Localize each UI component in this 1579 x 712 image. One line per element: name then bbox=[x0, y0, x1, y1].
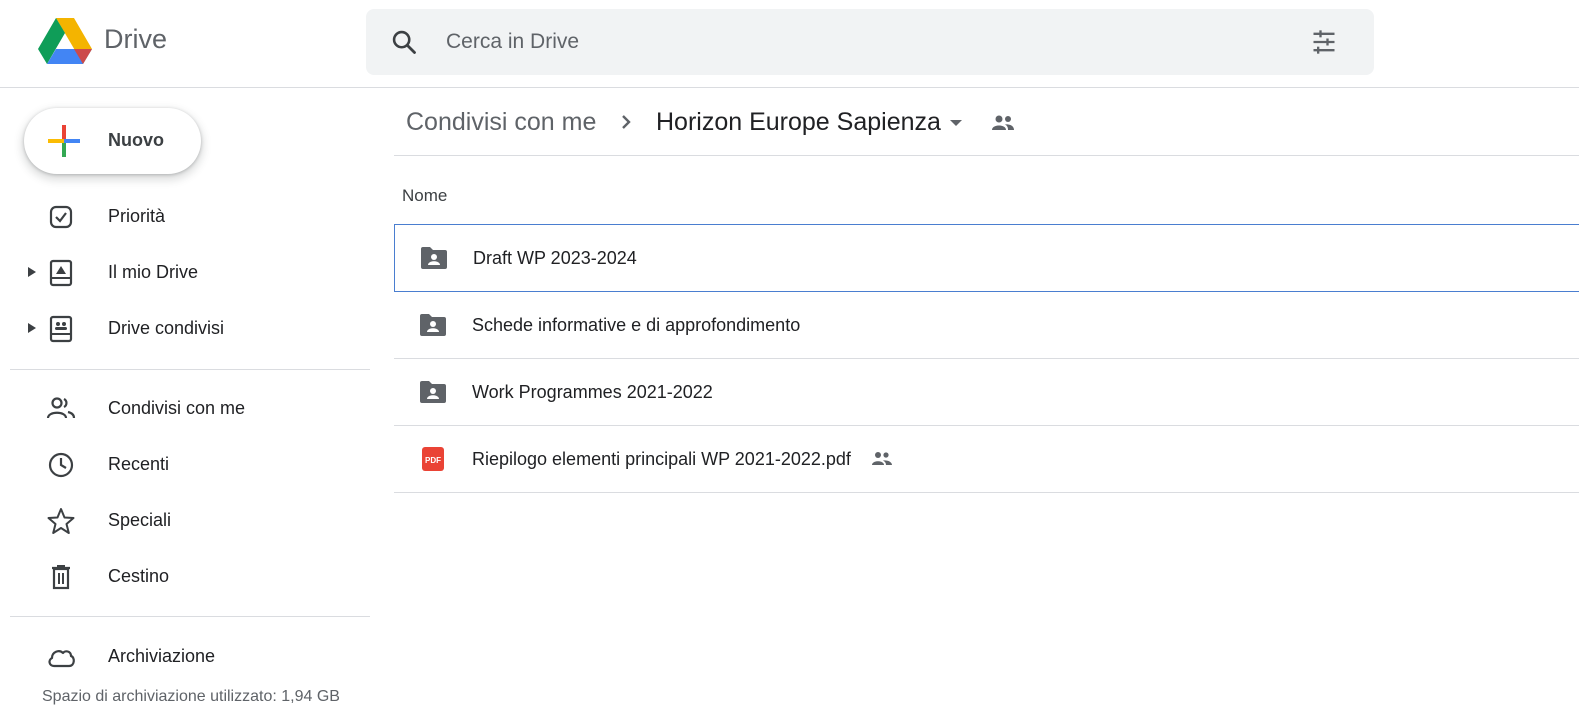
file-row[interactable]: Schede informative e di approfondimento bbox=[394, 292, 1579, 359]
sidebar-item-trash[interactable]: Cestino bbox=[0, 552, 370, 600]
file-row[interactable]: PDF Riepilogo elementi principali WP 202… bbox=[394, 426, 1579, 493]
search-icon[interactable] bbox=[390, 28, 418, 56]
app-title: Drive bbox=[104, 24, 168, 54]
star-icon bbox=[47, 508, 75, 534]
sidebar-divider bbox=[10, 616, 370, 617]
new-button[interactable]: Nuovo bbox=[24, 108, 201, 174]
people-icon bbox=[46, 397, 76, 419]
sidebar-item-recent[interactable]: Recenti bbox=[0, 440, 370, 488]
sidebar-item-starred[interactable]: Speciali bbox=[0, 496, 370, 544]
breadcrumb-root[interactable]: Condivisi con me bbox=[406, 108, 596, 137]
sidebar-item-shared-with-me[interactable]: Condivisi con me bbox=[0, 384, 370, 432]
file-row[interactable]: Work Programmes 2021-2022 bbox=[394, 359, 1579, 426]
sidebar-item-shared-drives[interactable]: Drive condivisi bbox=[0, 304, 370, 352]
sidebar-item-label: Il mio Drive bbox=[108, 262, 199, 282]
sidebar-divider bbox=[10, 369, 370, 370]
sidebar-item-label: Priorità bbox=[108, 206, 166, 226]
cloud-icon bbox=[48, 650, 75, 668]
shared-folder-icon bbox=[420, 381, 446, 403]
dropdown-arrow-icon[interactable] bbox=[948, 118, 964, 128]
expand-caret-icon[interactable] bbox=[26, 265, 38, 279]
sidebar: Nuovo Priorità Il mio Drive Drive condiv… bbox=[0, 88, 380, 712]
drive-logo-icon[interactable] bbox=[38, 16, 92, 64]
sidebar-item-priority[interactable]: Priorità bbox=[0, 192, 370, 240]
check-box-icon bbox=[49, 205, 73, 229]
trash-icon bbox=[52, 565, 70, 590]
shared-folder-icon bbox=[420, 314, 446, 336]
breadcrumb: Condivisi con me Horizon Europe Sapienza bbox=[394, 88, 1579, 156]
search-options-icon[interactable] bbox=[1310, 28, 1338, 56]
sidebar-item-label: Cestino bbox=[108, 566, 170, 586]
new-button-label: Nuovo bbox=[108, 130, 164, 150]
sidebar-item-label: Drive condivisi bbox=[108, 318, 225, 338]
pdf-file-icon: PDF bbox=[422, 447, 444, 471]
storage-usage-text: Spazio di archiviazione utilizzato: 1,94… bbox=[42, 688, 340, 705]
breadcrumb-current[interactable]: Horizon Europe Sapienza bbox=[656, 108, 941, 137]
sidebar-item-label: Speciali bbox=[108, 510, 172, 530]
shared-drives-icon bbox=[49, 315, 73, 343]
search-bar[interactable] bbox=[366, 9, 1374, 75]
chevron-right-icon bbox=[622, 115, 631, 129]
sidebar-item-label: Archiviazione bbox=[108, 646, 216, 666]
file-name: Schede informative e di approfondimento bbox=[472, 315, 801, 335]
sidebar-item-label: Recenti bbox=[108, 454, 170, 474]
file-name: Riepilogo elementi principali WP 2021-20… bbox=[472, 449, 851, 469]
file-row[interactable]: Draft WP 2023-2024 bbox=[394, 224, 1579, 292]
shared-people-icon[interactable] bbox=[990, 112, 1016, 134]
top-bar: Drive bbox=[0, 0, 1579, 88]
sidebar-item-storage[interactable]: Archiviazione bbox=[0, 632, 370, 680]
file-name: Work Programmes 2021-2022 bbox=[472, 382, 713, 402]
file-name: Draft WP 2023-2024 bbox=[473, 248, 637, 268]
my-drive-icon bbox=[49, 259, 73, 287]
shared-people-icon bbox=[872, 452, 892, 465]
sidebar-item-label: Condivisi con me bbox=[108, 398, 246, 418]
pdf-badge-text: PDF bbox=[425, 456, 441, 465]
search-input[interactable] bbox=[446, 9, 1286, 75]
clock-icon bbox=[48, 452, 74, 478]
plus-icon bbox=[48, 125, 80, 157]
sidebar-item-my-drive[interactable]: Il mio Drive bbox=[0, 248, 370, 296]
expand-caret-icon[interactable] bbox=[26, 321, 38, 335]
shared-folder-icon bbox=[421, 247, 447, 269]
column-header-name[interactable]: Nome bbox=[402, 186, 447, 206]
